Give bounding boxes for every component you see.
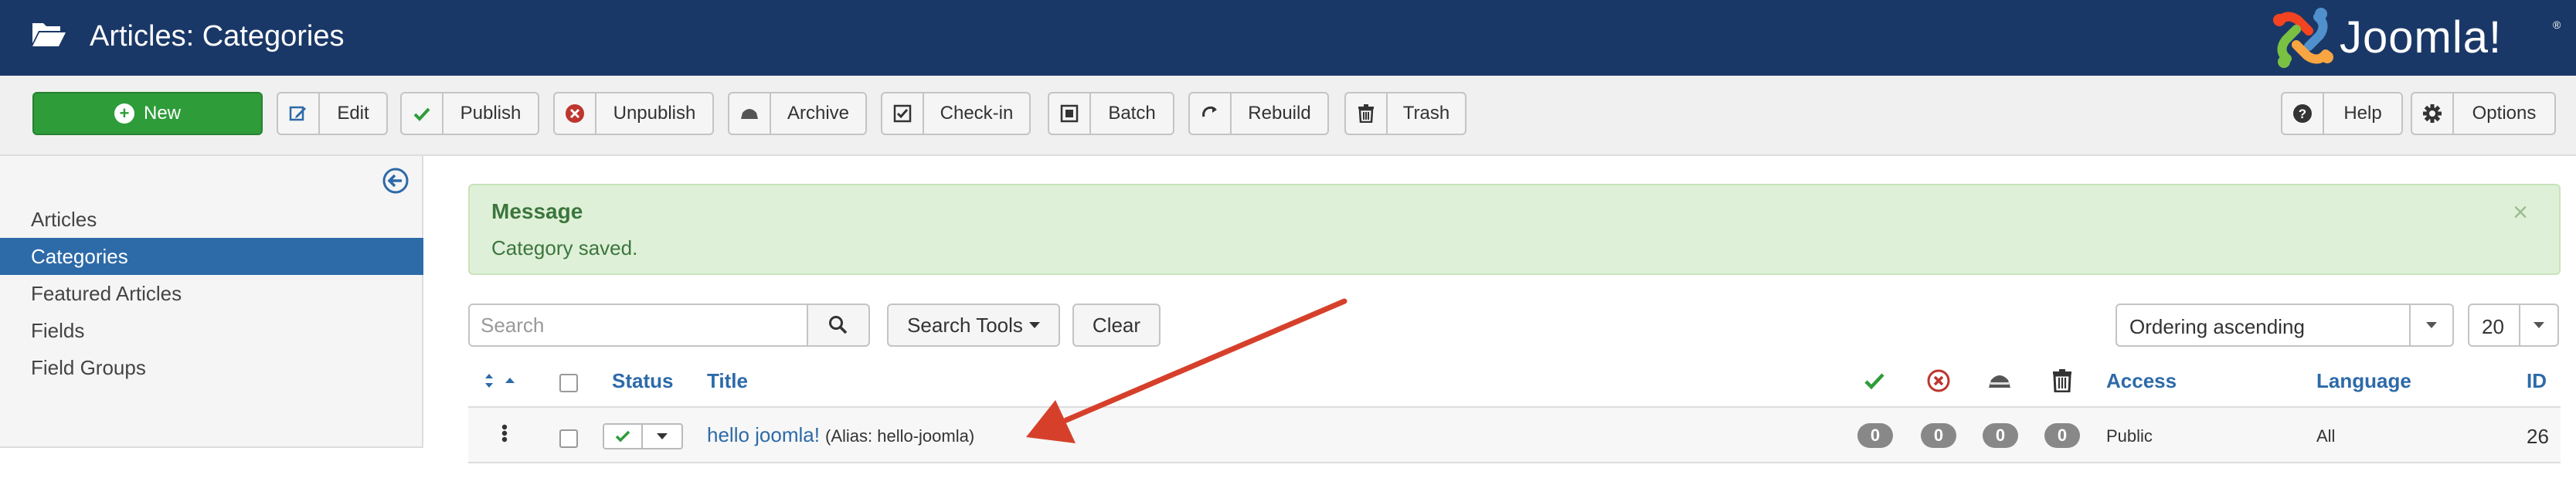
gear-icon xyxy=(2412,93,2454,134)
trashed-count-badge[interactable]: 0 xyxy=(2044,423,2080,448)
row-id: 26 xyxy=(2527,425,2549,448)
row-title-link[interactable]: hello joomla! xyxy=(707,423,820,447)
collapse-arrow-left-icon[interactable] xyxy=(382,167,410,195)
check-icon xyxy=(402,93,443,134)
drag-handle-icon[interactable] xyxy=(499,423,510,446)
search-tools-button[interactable]: Search Tools xyxy=(887,304,1060,347)
search-tools-label: Search Tools xyxy=(907,313,1023,337)
column-header-access[interactable]: Access xyxy=(2106,369,2177,393)
chevron-down-icon xyxy=(2409,305,2452,345)
sidebar-item-categories[interactable]: Categories xyxy=(0,238,423,275)
options-label: Options xyxy=(2472,103,2537,124)
svg-text:?: ? xyxy=(2299,107,2306,121)
folder-open-icon xyxy=(32,23,66,46)
row-language: All xyxy=(2316,426,2336,446)
joomla-wordmark: Joomla! xyxy=(2340,12,2503,63)
trashed-icon[interactable] xyxy=(2052,369,2072,392)
trash-label: Trash xyxy=(1402,103,1450,124)
sidebar-item-fields[interactable]: Fields xyxy=(0,312,423,349)
search-button[interactable] xyxy=(807,304,870,347)
column-header-status[interactable]: Status xyxy=(612,369,673,393)
message-heading: Message xyxy=(491,199,583,223)
new-button-label: New xyxy=(143,103,181,124)
row-checkbox[interactable] xyxy=(559,429,578,448)
edit-label: Edit xyxy=(337,103,369,124)
search-input[interactable] xyxy=(468,304,808,347)
checkin-label: Check-in xyxy=(940,103,1014,124)
column-header-id[interactable]: ID xyxy=(2527,369,2547,393)
sort-ordering-icon[interactable] xyxy=(482,371,519,391)
sidebar-item-articles[interactable]: Articles xyxy=(0,201,423,238)
archive-label: Archive xyxy=(787,103,850,124)
sidebar-item-featured-articles[interactable]: Featured Articles xyxy=(0,275,423,312)
archived-icon[interactable] xyxy=(1987,371,2012,391)
rebuild-button[interactable]: Rebuild xyxy=(1188,92,1329,135)
trash-icon xyxy=(1346,93,1388,134)
checkin-button[interactable]: Check-in xyxy=(881,92,1031,135)
status-toggle-group xyxy=(603,423,683,449)
select-all-checkbox[interactable] xyxy=(559,374,578,392)
archive-icon xyxy=(729,93,771,134)
edit-icon xyxy=(278,93,320,134)
system-message: Message Category saved. × xyxy=(468,184,2561,275)
published-check-icon[interactable] xyxy=(1864,371,1885,391)
clear-label: Clear xyxy=(1092,313,1141,337)
column-header-title[interactable]: Title xyxy=(707,369,748,393)
batch-square-icon xyxy=(1049,93,1091,134)
limit-select[interactable]: 20 xyxy=(2468,304,2559,347)
sidebar: Articles Categories Featured Articles Fi… xyxy=(0,156,423,448)
clear-button[interactable]: Clear xyxy=(1072,304,1161,347)
batch-label: Batch xyxy=(1108,103,1156,124)
status-published-button[interactable] xyxy=(604,425,643,448)
unpublish-button[interactable]: Unpublish xyxy=(553,92,714,135)
unpublish-x-circle-icon xyxy=(555,93,596,134)
row-alias: (Alias: hello-joomla) xyxy=(825,426,975,446)
message-body: Category saved. xyxy=(491,236,638,259)
joomla-logo[interactable]: Joomla! ® xyxy=(2270,6,2561,70)
status-dropdown-button[interactable] xyxy=(643,425,681,448)
registered-mark: ® xyxy=(2553,19,2561,31)
unpublished-x-circle-icon[interactable] xyxy=(1927,369,1950,392)
page-title: Articles: Categories xyxy=(90,20,345,53)
rebuild-label: Rebuild xyxy=(1248,103,1311,124)
toolbar: + New Edit Publish Unpublish Archive Che… xyxy=(0,76,2576,156)
row-access: Public xyxy=(2106,426,2153,446)
joomla-mark-icon xyxy=(2273,8,2333,68)
help-label: Help xyxy=(2343,103,2382,124)
unpublished-count-badge[interactable]: 0 xyxy=(1921,423,1956,448)
publish-label: Publish xyxy=(460,103,522,124)
archive-button[interactable]: Archive xyxy=(728,92,867,135)
edit-button[interactable]: Edit xyxy=(277,92,388,135)
new-button[interactable]: + New xyxy=(32,92,263,135)
archived-count-badge[interactable]: 0 xyxy=(1983,423,2018,448)
unpublish-label: Unpublish xyxy=(613,103,696,124)
limit-value: 20 xyxy=(2482,315,2504,338)
caret-down-icon xyxy=(657,433,668,439)
search-icon xyxy=(829,316,848,334)
checkbox-icon xyxy=(882,93,924,134)
publish-button[interactable]: Publish xyxy=(400,92,539,135)
header-bar: Articles: Categories Joomla! ® xyxy=(0,0,2576,76)
refresh-icon xyxy=(1190,93,1232,134)
close-icon[interactable]: × xyxy=(2513,198,2528,228)
published-count-badge[interactable]: 0 xyxy=(1857,423,1893,448)
help-button[interactable]: ? Help xyxy=(2281,92,2403,135)
options-button[interactable]: Options xyxy=(2411,92,2556,135)
chevron-down-icon xyxy=(2519,305,2557,345)
column-header-language[interactable]: Language xyxy=(2316,369,2411,393)
trash-button[interactable]: Trash xyxy=(1344,92,1466,135)
caret-down-icon xyxy=(1028,322,1040,328)
check-icon xyxy=(615,430,630,443)
batch-button[interactable]: Batch xyxy=(1048,92,1174,135)
ordering-value: Ordering ascending xyxy=(2129,315,2305,338)
help-question-icon: ? xyxy=(2282,93,2324,134)
ordering-select[interactable]: Ordering ascending xyxy=(2116,304,2454,347)
sidebar-item-field-groups[interactable]: Field Groups xyxy=(0,349,423,386)
plus-circle-icon: + xyxy=(114,103,134,124)
